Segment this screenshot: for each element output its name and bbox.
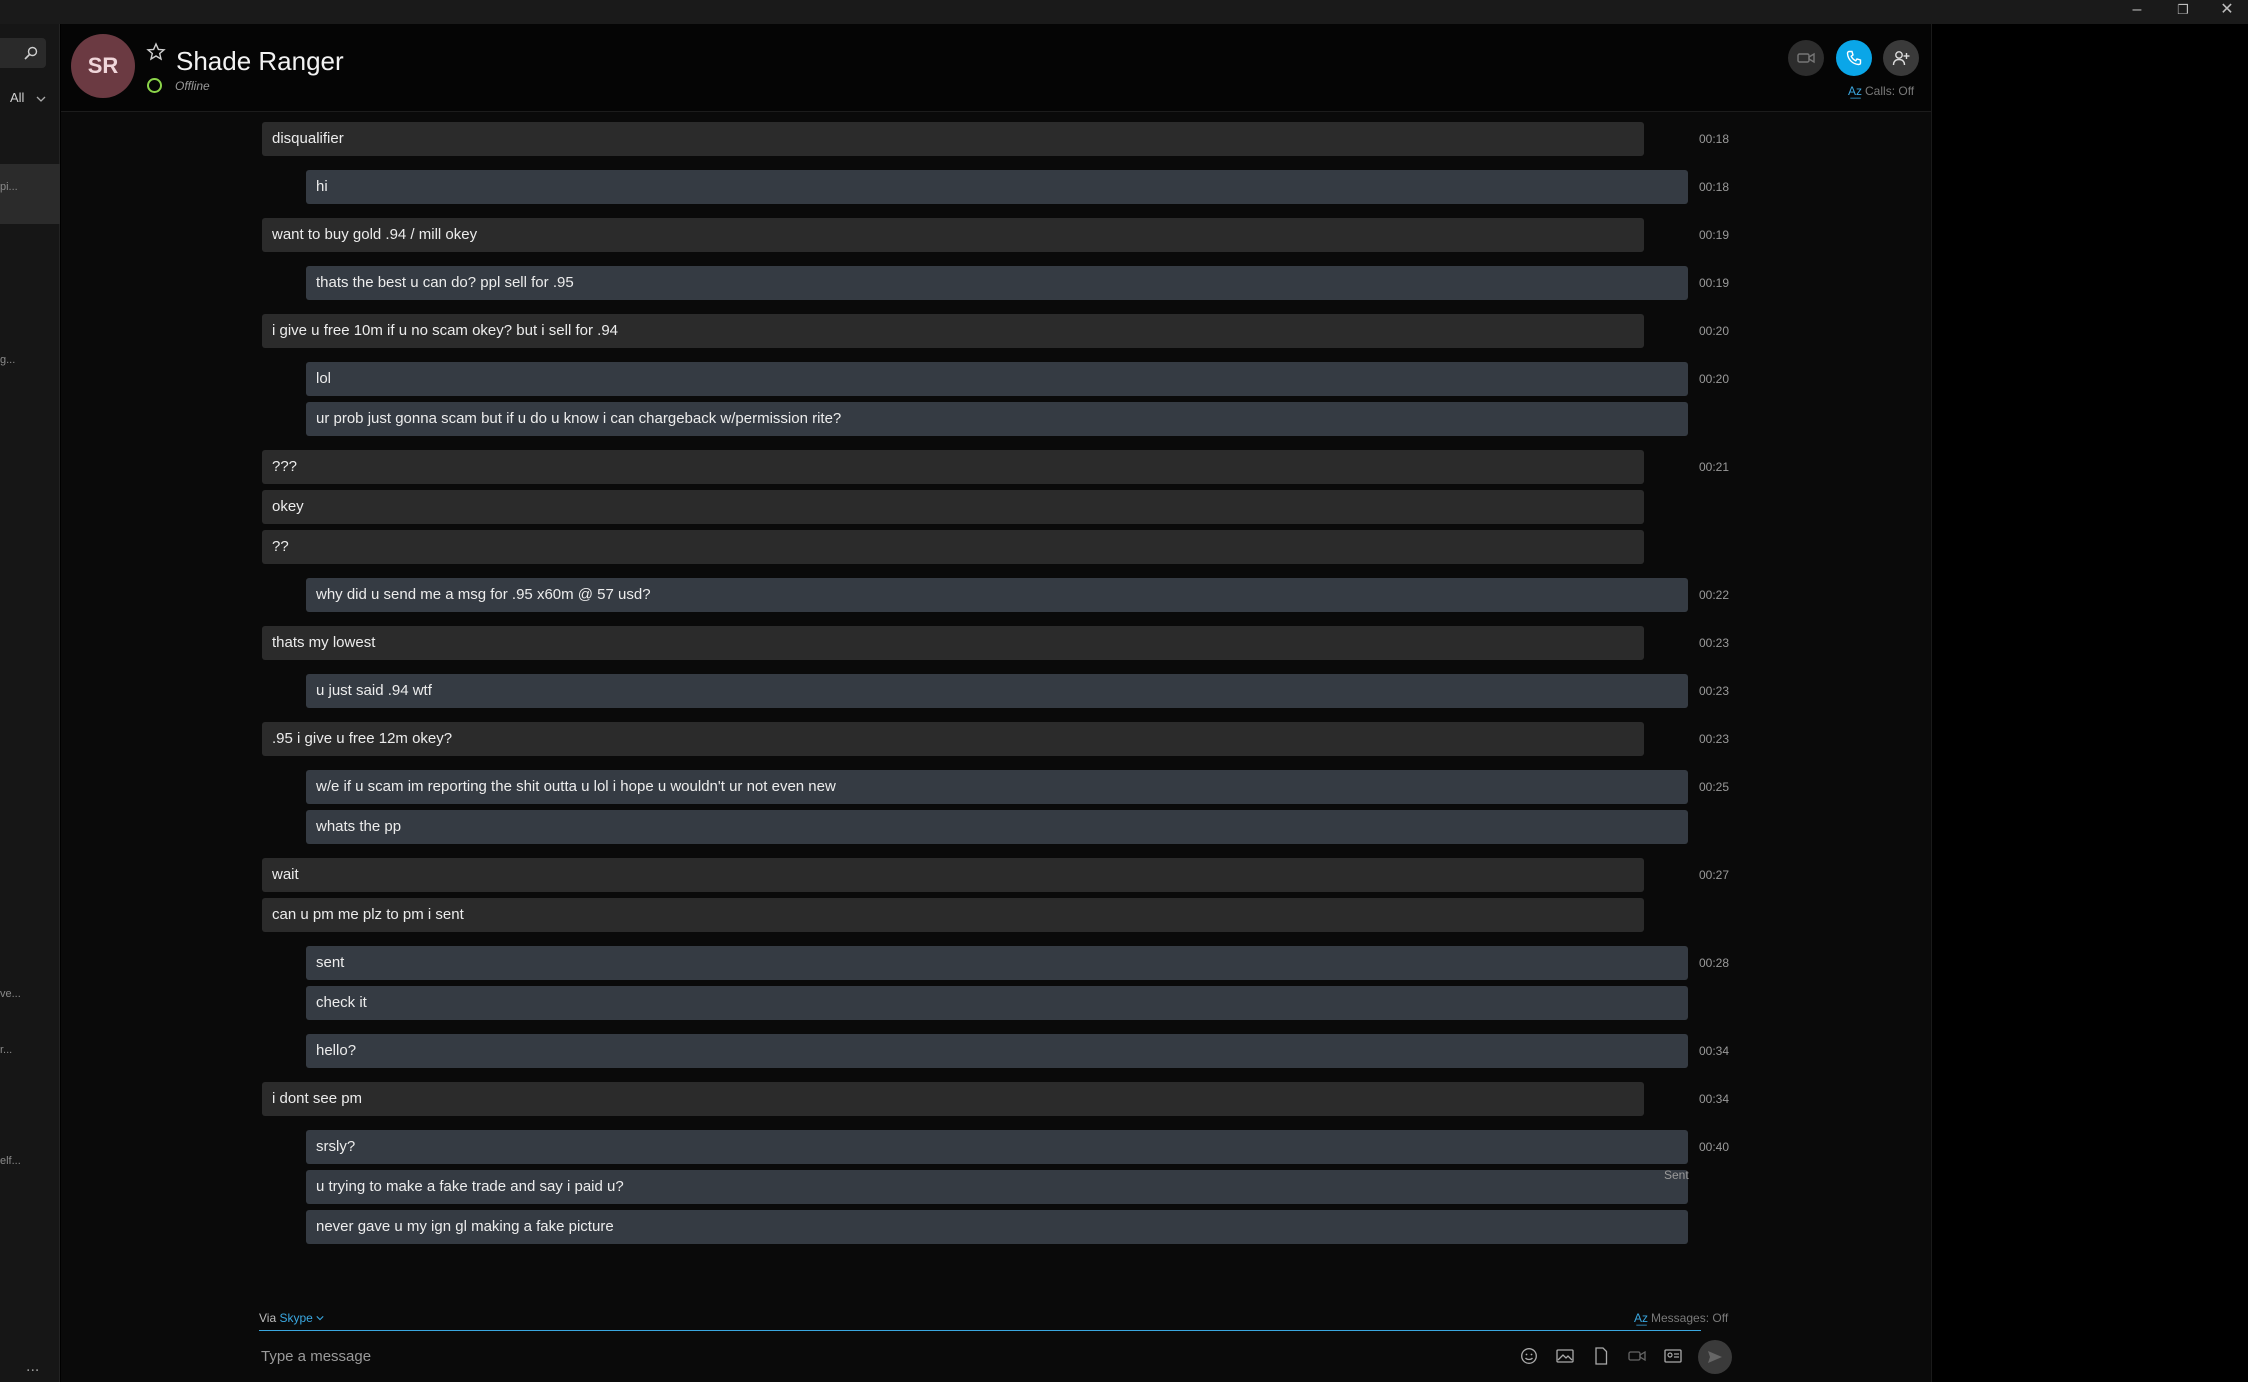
chat-pane: SR Shade Ranger Offline A͟z Calls: Off d… bbox=[61, 24, 1931, 1382]
send-file-button[interactable] bbox=[1590, 1345, 1612, 1367]
messages-translation-label: Messages: Off bbox=[1651, 1311, 1729, 1325]
outgoing-message[interactable]: u just said .94 wtf bbox=[306, 674, 1688, 708]
image-icon bbox=[1556, 1349, 1574, 1363]
file-icon bbox=[1595, 1347, 1608, 1365]
outgoing-message[interactable]: ur prob just gonna scam but if u do u kn… bbox=[306, 402, 1688, 436]
phone-icon bbox=[1846, 50, 1862, 66]
outgoing-message[interactable]: never gave u my ign gl making a fake pic… bbox=[306, 1210, 1688, 1244]
outgoing-message[interactable]: hi bbox=[306, 170, 1688, 204]
more-options-button[interactable]: ... bbox=[26, 1358, 39, 1376]
send-image-button[interactable] bbox=[1554, 1345, 1576, 1367]
avatar[interactable]: SR bbox=[71, 34, 135, 98]
composer-divider bbox=[259, 1330, 1701, 1331]
incoming-message[interactable]: i dont see pm bbox=[262, 1082, 1644, 1116]
message-timestamp: 00:34 bbox=[1699, 1092, 1730, 1106]
chat-filter-dropdown[interactable]: All bbox=[10, 90, 24, 105]
video-camera-icon bbox=[1628, 1350, 1646, 1362]
sent-receipt: Sent bbox=[1664, 1168, 1689, 1182]
sidebar-item-fragment[interactable]: pi... bbox=[0, 181, 40, 193]
search-icon bbox=[24, 46, 38, 60]
incoming-message[interactable]: okey bbox=[262, 490, 1644, 524]
right-panel bbox=[1931, 24, 2248, 1382]
calls-translation-status[interactable]: A͟z Calls: Off bbox=[1848, 84, 1914, 98]
via-prefix: Via bbox=[259, 1311, 277, 1325]
incoming-message[interactable]: ?? bbox=[262, 530, 1644, 564]
incoming-message[interactable]: want to buy gold .94 / mill okey bbox=[262, 218, 1644, 252]
contact-name[interactable]: Shade Ranger bbox=[176, 46, 344, 77]
emoji-button[interactable] bbox=[1518, 1345, 1540, 1367]
incoming-message[interactable]: ??? bbox=[262, 450, 1644, 484]
message-input[interactable] bbox=[259, 1339, 1459, 1373]
video-camera-icon bbox=[1797, 52, 1815, 64]
message-list: disqualifier 00:18 hi 00:18 want to buy gold… bbox=[61, 112, 1931, 1302]
message-timestamp: 00:20 bbox=[1699, 324, 1730, 338]
message-timestamp: 00:22 bbox=[1699, 588, 1730, 602]
outgoing-message[interactable]: hello? bbox=[306, 1034, 1688, 1068]
message-timestamp: 00:40 bbox=[1699, 1140, 1730, 1154]
outgoing-message[interactable]: why did u send me a msg for .95 x60m @ 5… bbox=[306, 578, 1688, 612]
restore-button[interactable]: ❐ bbox=[2160, 0, 2206, 24]
sidebar-item-fragment[interactable]: ve... bbox=[0, 988, 40, 1000]
incoming-message[interactable]: i give u free 10m if u no scam okey? but… bbox=[262, 314, 1644, 348]
emoji-icon bbox=[1521, 1348, 1537, 1364]
translate-icon: A͟z bbox=[1634, 1311, 1649, 1325]
outgoing-message[interactable]: srsly? bbox=[306, 1130, 1688, 1164]
status-text: Offline bbox=[175, 79, 210, 93]
message-timestamp: 00:23 bbox=[1699, 732, 1730, 746]
calls-translation-label: Calls: Off bbox=[1865, 84, 1915, 98]
video-message-button[interactable] bbox=[1626, 1345, 1648, 1367]
outgoing-message[interactable]: check it bbox=[306, 986, 1688, 1020]
chevron-down-icon[interactable] bbox=[316, 1314, 324, 1322]
outgoing-message[interactable]: w/e if u scam im reporting the shit outt… bbox=[306, 770, 1688, 804]
message-timestamp: 00:28 bbox=[1699, 956, 1730, 970]
send-icon bbox=[1708, 1351, 1722, 1363]
outgoing-message[interactable]: u trying to make a fake trade and say i … bbox=[306, 1170, 1688, 1204]
incoming-message[interactable]: .95 i give u free 12m okey? bbox=[262, 722, 1644, 756]
outgoing-message[interactable]: whats the pp bbox=[306, 810, 1688, 844]
status-indicator bbox=[147, 78, 162, 93]
message-timestamp: 00:18 bbox=[1699, 132, 1730, 146]
minimize-button[interactable]: – bbox=[2114, 0, 2160, 24]
send-contact-button[interactable] bbox=[1662, 1345, 1684, 1367]
translate-icon: A͟z bbox=[1848, 84, 1863, 98]
outgoing-message[interactable]: sent bbox=[306, 946, 1688, 980]
message-timestamp: 00:20 bbox=[1699, 372, 1730, 386]
incoming-message[interactable]: thats my lowest bbox=[262, 626, 1644, 660]
sidebar-item-fragment[interactable]: elf... bbox=[0, 1155, 40, 1167]
audio-call-button[interactable] bbox=[1836, 40, 1872, 76]
message-timestamp: 00:19 bbox=[1699, 228, 1730, 242]
service-selector[interactable]: Skype bbox=[279, 1311, 312, 1325]
contact-card-icon bbox=[1664, 1349, 1682, 1363]
via-service: Via Skype bbox=[259, 1311, 324, 1325]
incoming-message[interactable]: can u pm me plz to pm i sent bbox=[262, 898, 1644, 932]
chevron-down-icon[interactable] bbox=[36, 94, 46, 104]
star-icon[interactable] bbox=[146, 42, 166, 62]
close-button[interactable]: ✕ bbox=[2204, 0, 2248, 24]
sidebar-item-fragment[interactable]: g... bbox=[0, 354, 40, 366]
message-timestamp: 00:18 bbox=[1699, 180, 1730, 194]
outgoing-message[interactable]: lol bbox=[306, 362, 1688, 396]
video-call-button[interactable] bbox=[1788, 40, 1824, 76]
message-timestamp: 00:25 bbox=[1699, 780, 1730, 794]
incoming-message[interactable]: disqualifier bbox=[262, 122, 1644, 156]
chat-header: SR Shade Ranger Offline A͟z Calls: Off bbox=[61, 24, 1931, 112]
message-timestamp: 00:21 bbox=[1699, 460, 1730, 474]
outgoing-message[interactable]: thats the best u can do? ppl sell for .9… bbox=[306, 266, 1688, 300]
add-person-icon bbox=[1892, 51, 1910, 66]
sidebar-item-active-chat[interactable] bbox=[0, 164, 60, 224]
message-timestamp: 00:23 bbox=[1699, 636, 1730, 650]
message-timestamp: 00:27 bbox=[1699, 868, 1730, 882]
incoming-message[interactable]: wait bbox=[262, 858, 1644, 892]
message-timestamp: 00:34 bbox=[1699, 1044, 1730, 1058]
search-box[interactable] bbox=[0, 38, 46, 68]
add-people-button[interactable] bbox=[1883, 40, 1919, 76]
sidebar: All pi... g... ve... r... elf... ... bbox=[0, 24, 60, 1382]
messages-translation-status[interactable]: A͟z Messages: Off bbox=[1634, 1311, 1728, 1325]
send-button[interactable] bbox=[1698, 1340, 1732, 1374]
title-bar: – ❐ ✕ bbox=[0, 0, 2248, 24]
message-timestamp: 00:19 bbox=[1699, 276, 1730, 290]
sidebar-item-fragment[interactable]: r... bbox=[0, 1044, 40, 1056]
message-timestamp: 00:23 bbox=[1699, 684, 1730, 698]
